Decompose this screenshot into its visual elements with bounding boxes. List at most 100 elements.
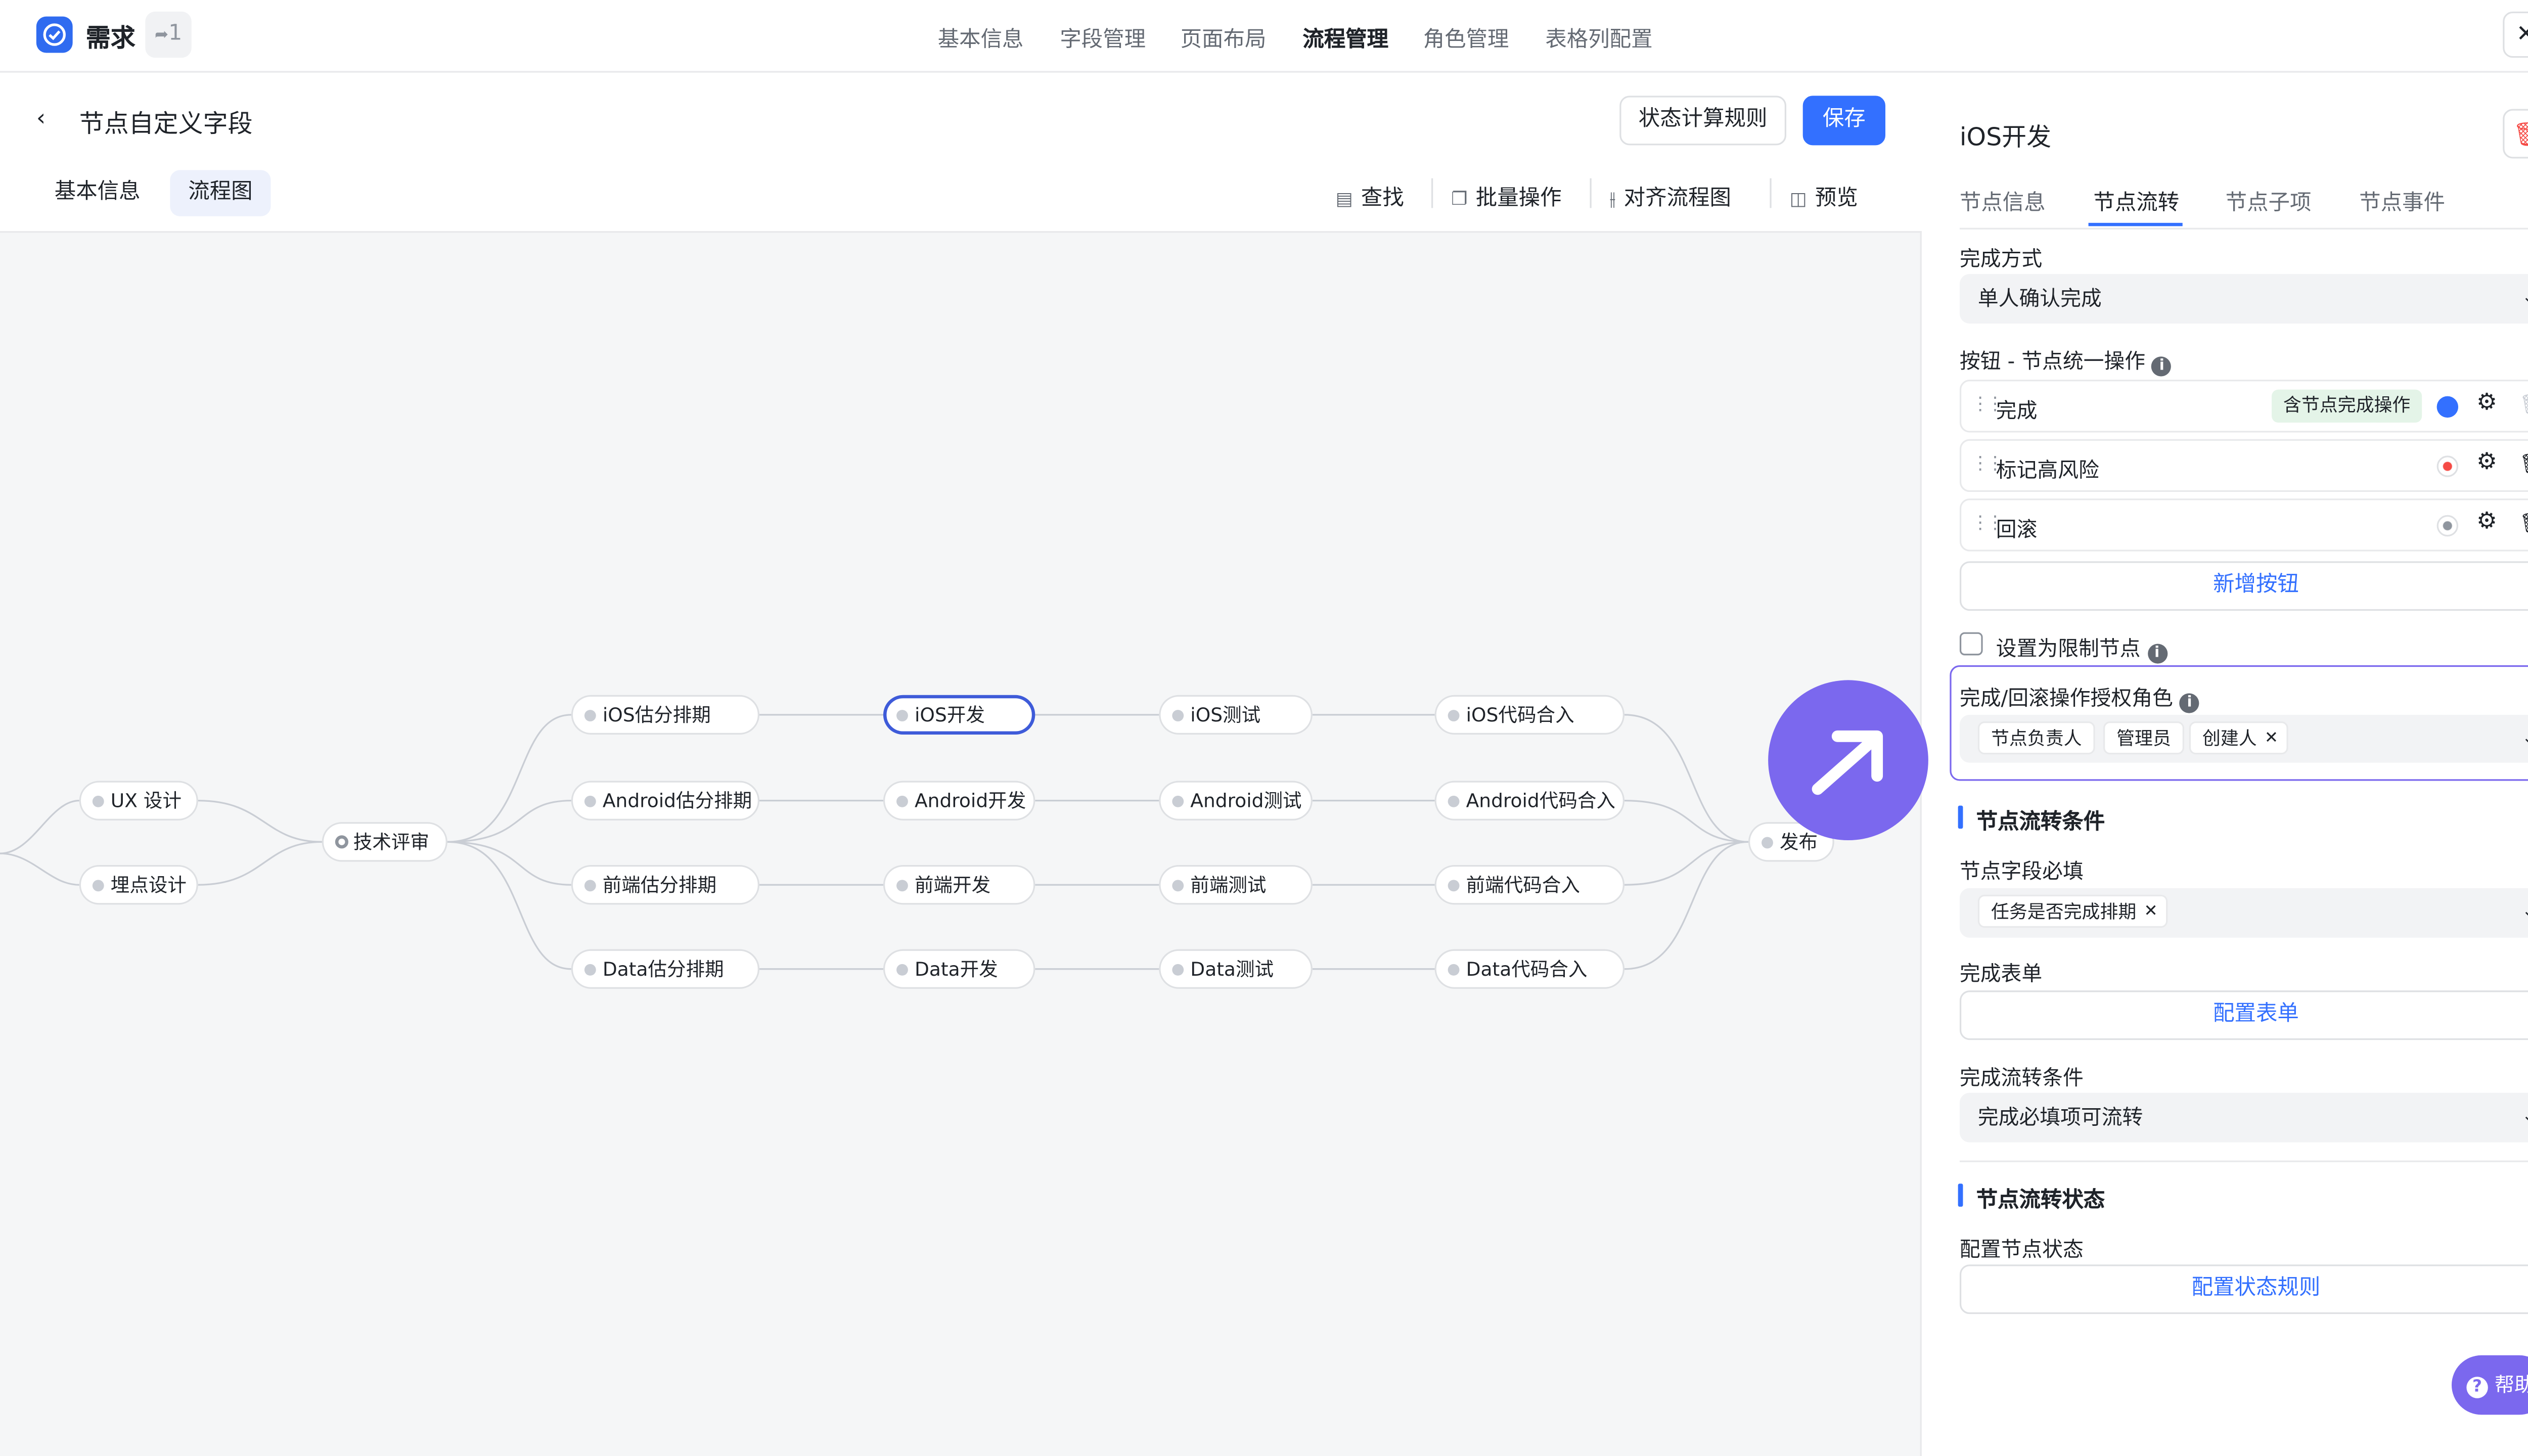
trash-icon[interactable]: 🗑 [2519,512,2528,535]
configure-form-button[interactable]: 配置表单 [1959,990,2528,1040]
toolbar-divider [1770,178,1772,208]
flow-node-tech-review[interactable]: 技术评审 [322,822,447,862]
chevron-down-icon: ⌄ [2522,888,2528,938]
button-row-rollback[interactable]: ⋮⋮ 回滚 ⚙ 🗑 [1959,498,2528,552]
flow-node-android-dev[interactable]: Android开发 [883,781,1035,821]
section-divider [1959,1160,2528,1162]
tabs-divider [1959,228,2528,230]
nav-tab-basic-info[interactable]: 基本信息 [938,21,1024,53]
flow-node-frontend-dev[interactable]: 前端开发 [883,865,1035,905]
flow-status-title: 节点流转状态 [1976,1189,2105,1213]
find-tool[interactable]: ▤ 查找 [1336,180,1404,211]
flow-node-tracking-design[interactable]: 埋点设计 [79,865,198,905]
gear-icon[interactable]: ⚙ [2476,390,2497,416]
limit-node-label: 设置为限制节点 i [1996,630,2167,664]
share-count-badge[interactable]: ➦1 [145,11,192,58]
subtab-basic-info[interactable]: 基本信息 [36,170,159,216]
flow-node-android-estimate[interactable]: Android估分排期 [571,781,760,821]
flow-node-ios-merge[interactable]: iOS代码合入 [1434,695,1625,735]
save-button[interactable]: 保存 [1802,96,1885,146]
panel-tab-node-subitems[interactable]: 节点子项 [2226,185,2312,216]
floating-action-button[interactable] [1768,680,1928,841]
color-dot-red-icon[interactable] [2436,456,2459,477]
trash-icon[interactable]: 🗑 [2519,452,2528,476]
flow-node-data-merge[interactable]: Data代码合入 [1434,949,1625,989]
batch-tool[interactable]: ❐ 批量操作 [1451,180,1561,211]
required-fields-multiselect[interactable]: 任务是否完成排期 ✕ ⌄ [1959,888,2528,938]
align-icon: ⫲ [1609,188,1616,210]
flow-node-ios-dev[interactable]: iOS开发 [883,695,1035,735]
nav-tab-role-management[interactable]: 角色管理 [1423,21,1509,53]
limit-node-text: 设置为限制节点 [1996,635,2141,661]
close-button[interactable]: ✕ [2503,11,2528,58]
panel-tab-node-flow[interactable]: 节点流转 [2093,185,2179,216]
search-doc-icon: ▤ [1335,188,1353,210]
close-icon[interactable]: ✕ [2144,896,2157,929]
required-field-chip: 任务是否完成排期 ✕ [1977,894,2168,929]
preview-tool[interactable]: ◫ 预览 [1790,180,1858,211]
trash-icon: 🗑 [2513,122,2528,149]
role-chip-text: 创建人 [2202,727,2257,750]
add-button-button[interactable]: 新增按钮 [1959,561,2528,611]
panel-tab-node-events[interactable]: 节点事件 [2359,185,2445,216]
batch-label: 批量操作 [1475,186,1562,211]
completion-mode-select[interactable]: 单人确认完成 ⌄ [1959,274,2528,324]
info-icon[interactable]: i [2147,644,2167,664]
flow-node-ios-test[interactable]: iOS测试 [1159,695,1313,735]
roles-label-text: 完成/回滚操作授权角色 [1959,685,2173,710]
flow-node-frontend-test[interactable]: 前端测试 [1159,865,1313,905]
help-icon: ? [2466,1377,2488,1398]
flow-edges [0,714,1748,970]
flow-condition-label: 完成流转条件 [1959,1065,2084,1090]
flow-node-android-merge[interactable]: Android代码合入 [1434,781,1625,821]
help-label: 帮助 [2494,1373,2528,1397]
flow-node-frontend-estimate[interactable]: 前端估分排期 [571,865,760,905]
align-tool[interactable]: ⫲ 对齐流程图 [1610,180,1731,211]
button-row-complete[interactable]: ⋮⋮ 完成 含节点完成操作 ⚙ 🗑 [1959,380,2528,433]
buttons-label-text: 按钮 - 节点统一操作 [1959,348,2146,373]
active-tab-indicator [2088,222,2183,226]
page-title: 节点自定义字段 [79,109,253,139]
info-icon[interactable]: i [2152,356,2172,377]
close-icon[interactable]: ✕ [2265,723,2278,756]
limit-node-checkbox[interactable] [1959,632,1983,656]
gear-icon[interactable]: ⚙ [2476,449,2497,475]
button-row-label: 回滚 [1996,517,2038,542]
color-dot-gray-icon[interactable] [2436,515,2459,537]
nav-tab-field-management[interactable]: 字段管理 [1060,21,1146,53]
align-label: 对齐流程图 [1623,186,1731,211]
role-chip: 节点负责人 [1977,721,2095,755]
flow-node-frontend-merge[interactable]: 前端代码合入 [1434,865,1625,905]
nav-tab-page-layout[interactable]: 页面布局 [1181,21,1267,53]
flow-node-android-test[interactable]: Android测试 [1159,781,1313,821]
flow-node-ux-design[interactable]: UX 设计 [79,781,198,821]
delete-node-button[interactable]: 🗑 [2503,109,2528,159]
help-button[interactable]: ? 帮助 [2451,1355,2528,1415]
gear-icon[interactable]: ⚙ [2476,509,2497,535]
flow-node-data-estimate[interactable]: Data估分排期 [571,949,760,989]
flow-node-ios-estimate[interactable]: iOS估分排期 [571,695,760,735]
info-icon[interactable]: i [2179,693,2200,713]
subtab-flowchart[interactable]: 流程图 [170,170,271,216]
nav-tab-table-column-config[interactable]: 表格列配置 [1545,21,1652,53]
color-dot-blue-icon[interactable] [2436,396,2459,418]
flow-node-data-test[interactable]: Data测试 [1159,949,1313,989]
configure-status-rule-button[interactable]: 配置状态规则 [1959,1264,2528,1314]
chevron-down-icon: ⌄ [2522,274,2528,324]
flow-condition-select[interactable]: 完成必填项可流转 ⌄ [1959,1093,2528,1143]
flow-node-data-dev[interactable]: Data开发 [883,949,1035,989]
flow-canvas[interactable]: UX 设计 埋点设计 技术评审 iOS估分排期 Android估分排期 前端估分… [0,231,1922,1456]
button-row-high-risk[interactable]: ⋮⋮ 标记高风险 ⚙ 🗑 [1959,439,2528,492]
roles-multiselect[interactable]: 节点负责人 管理员 创建人 ✕ ⌄ [1959,714,2528,763]
nav-tab-flow-management[interactable]: 流程管理 [1302,21,1388,53]
chevron-down-icon: ⌄ [2522,1093,2528,1143]
status-rule-button[interactable]: 状态计算规则 [1619,96,1787,146]
button-row-label: 标记高风险 [1996,457,2099,482]
back-arrow-icon[interactable]: ‹ [36,106,46,132]
find-label: 查找 [1361,186,1404,211]
preview-icon: ◫ [1789,188,1807,210]
trash-icon[interactable]: 🗑 [2519,393,2528,416]
share-count: 1 [168,21,183,47]
panel-tab-node-info[interactable]: 节点信息 [1960,185,2046,216]
required-field-text: 任务是否完成排期 [1991,901,2137,923]
